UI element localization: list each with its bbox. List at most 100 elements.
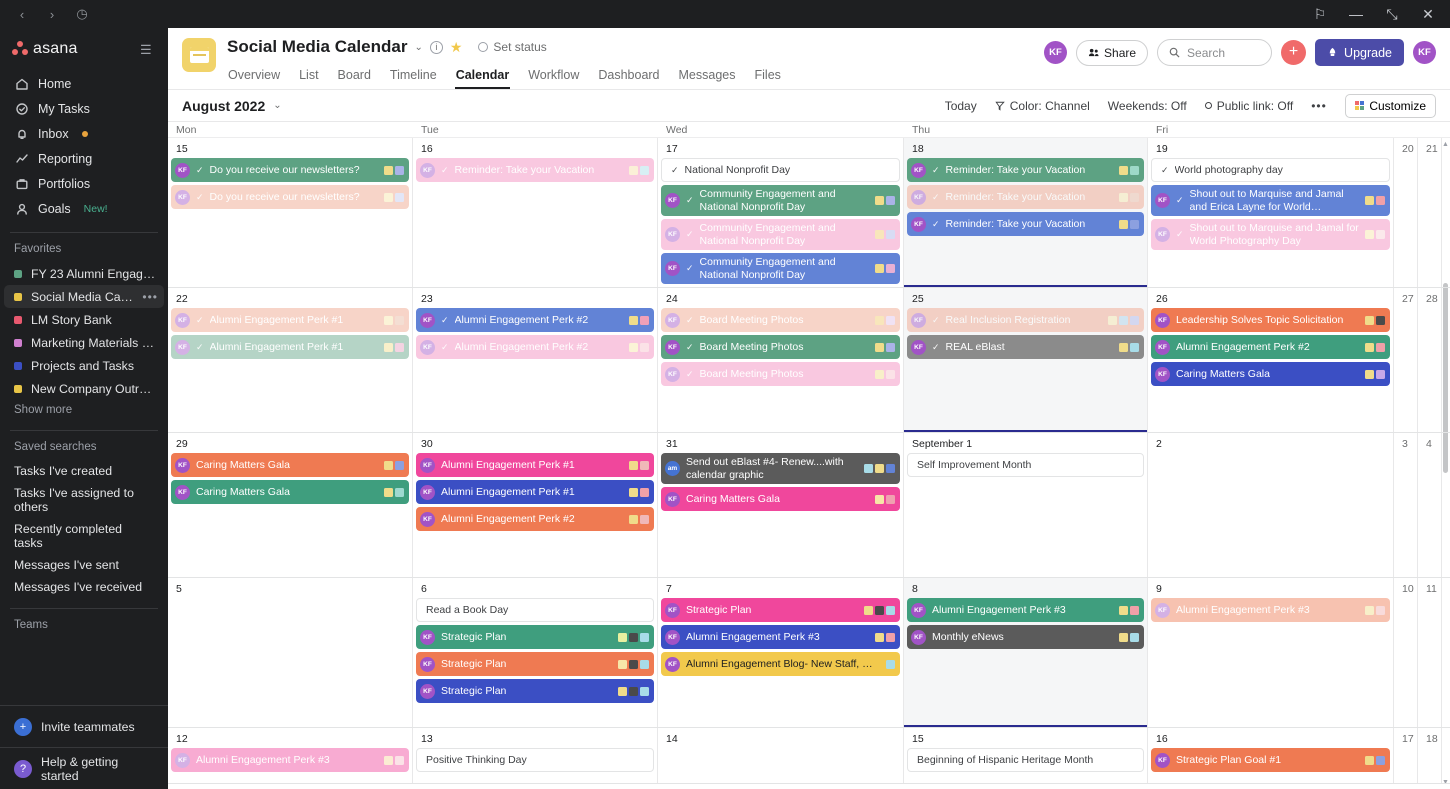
tab-board[interactable]: Board [337,64,372,89]
calendar-event[interactable]: KF ✓ Do you receive our newsletters? [171,185,409,209]
favorite-item-0[interactable]: FY 23 Alumni Engage... [4,262,164,285]
calendar-day-cell[interactable]: 15 KF ✓ Do you receive our newsletters? KF ✓ D… [168,138,413,287]
calendar-event[interactable]: KF Alumni Engagement Perk #3 [661,625,900,649]
calendar-event[interactable]: KF Alumni Engagement Perk #3 [907,598,1144,622]
calendar-event[interactable]: KF ✓ Board Meeting Photos [661,362,900,386]
calendar-day-cell[interactable]: 14 [658,728,904,783]
calendar-day-cell[interactable]: 16 KF Strategic Plan Goal #1 [1148,728,1394,783]
member-avatar[interactable]: KF [1044,41,1068,64]
calendar-event[interactable]: ✓ World photography day [1151,158,1390,182]
asana-logo[interactable]: asana [12,40,78,58]
calendar-day-cell[interactable]: 17 ✓ National Nonprofit Day KF ✓ Community En… [658,138,904,287]
calendar-event[interactable]: KF Caring Matters Gala [171,453,409,477]
sidebar-item-goals[interactable]: Goals New! [8,197,160,221]
calendar-event[interactable]: KF Alumni Engagement Perk #2 [416,507,654,531]
calendar-event[interactable]: KF ✓ Board Meeting Photos [661,308,900,332]
sidebar-item-reporting[interactable]: Reporting [8,147,160,171]
month-selector[interactable]: August 2022 ⌄ [182,98,282,114]
calendar-event[interactable]: KF ✓ Do you receive our newsletters? [171,158,409,182]
share-button[interactable]: Share [1076,39,1149,66]
restore-button[interactable]: ⤡ [1384,6,1400,22]
calendar-day-cell[interactable]: 3 [1394,433,1418,577]
sidebar-item-inbox[interactable]: Inbox [8,122,160,146]
calendar-event[interactable]: KF ✓ Alumni Engagement Perk #2 [416,308,654,332]
calendar-event[interactable]: Read a Book Day [416,598,654,622]
calendar-event[interactable]: KF Strategic Plan [416,625,654,649]
minimize-button[interactable]: — [1348,6,1364,22]
favorite-item-4[interactable]: Projects and Tasks [4,354,164,377]
tab-overview[interactable]: Overview [227,64,281,89]
sidebar-item-home[interactable]: Home [8,72,160,96]
calendar-day-cell[interactable]: 15 Beginning of Hispanic Heritage Month [904,728,1148,783]
calendar-day-cell[interactable]: September 1 Self Improvement Month [904,433,1148,577]
calendar-day-cell[interactable]: 25 KF ✓ Real Inclusion Registration KF ✓ REAL … [904,288,1148,432]
tab-calendar[interactable]: Calendar [455,64,511,89]
tab-list[interactable]: List [298,64,319,89]
calendar-event[interactable]: KF Strategic Plan [416,679,654,703]
calendar-event[interactable]: Positive Thinking Day [416,748,654,772]
notifications-icon[interactable]: ⚐ [1312,6,1328,22]
public-link-toggle[interactable]: Public link: Off [1204,99,1293,113]
calendar-day-cell[interactable]: 26 KF Leadership Solves Topic Solicitation… [1148,288,1394,432]
calendar-day-cell[interactable]: 10 [1394,578,1418,727]
sidebar-item-my-tasks[interactable]: My Tasks [8,97,160,121]
calendar-day-cell[interactable]: 4 [1418,433,1442,577]
calendar-day-cell[interactable]: 30 KF Alumni Engagement Perk #1 KF Alumni En… [413,433,658,577]
favorite-item-2[interactable]: LM Story Bank [4,308,164,331]
sidebar-collapse-icon[interactable]: ☰ [140,43,156,56]
calendar-event[interactable]: KF ✓ Community Engagement and National Non… [661,219,900,250]
calendar-event[interactable]: KF ✓ Reminder: Take your Vacation [907,185,1144,209]
calendar-event[interactable]: ✓ National Nonprofit Day [661,158,900,182]
calendar-event[interactable]: Beginning of Hispanic Heritage Month [907,748,1144,772]
user-avatar[interactable]: KF [1413,41,1436,64]
calendar-event[interactable]: KF Alumni Engagement Perk #1 [416,480,654,504]
calendar-day-cell[interactable]: 23 KF ✓ Alumni Engagement Perk #2 KF ✓ Alumni … [413,288,658,432]
calendar-event[interactable]: Self Improvement Month [907,453,1144,477]
saved-search-item-4[interactable]: Messages I've received [0,576,168,598]
calendar-event[interactable]: KF ✓ Reminder: Take your Vacation [416,158,654,182]
calendar-day-cell[interactable]: 18 [1418,728,1442,783]
calendar-event[interactable]: KF Alumni Engagement Perk #3 [171,748,409,772]
search-input[interactable]: Search [1157,39,1273,66]
calendar-day-cell[interactable]: 24 KF ✓ Board Meeting Photos KF ✓ Board Meetin… [658,288,904,432]
back-icon[interactable]: ‹ [14,6,30,22]
help-button[interactable]: ? Help & getting started [0,747,168,789]
saved-search-item-0[interactable]: Tasks I've created [0,460,168,482]
create-button[interactable]: + [1281,40,1307,65]
calendar-day-cell[interactable]: 20 [1394,138,1418,287]
saved-search-item-3[interactable]: Messages I've sent [0,554,168,576]
calendar-event[interactable]: KF Alumni Engagement Perk #2 [1151,335,1390,359]
calendar-event[interactable]: KF ✓ Reminder: Take your Vacation [907,212,1144,236]
calendar-day-cell[interactable]: 31 am Send out eBlast #4- Renew....with ca… [658,433,904,577]
favorite-item-3[interactable]: Marketing Materials R... [4,331,164,354]
calendar-day-cell[interactable]: 7 KF Strategic Plan KF Alumni Engagement Per… [658,578,904,727]
weekends-toggle[interactable]: Weekends: Off [1108,99,1187,113]
saved-search-item-1[interactable]: Tasks I've assigned to others [0,482,168,518]
calendar-day-cell[interactable]: 17 [1394,728,1418,783]
calendar-event[interactable]: KF Caring Matters Gala [1151,362,1390,386]
calendar-event[interactable]: KF Caring Matters Gala [661,487,900,511]
calendar-day-cell[interactable]: 13 Positive Thinking Day [413,728,658,783]
calendar-event[interactable]: KF ✓ Shout out to Marquise and Jamal for W… [1151,219,1390,250]
calendar-event[interactable]: KF Alumni Engagement Perk #3 [1151,598,1390,622]
calendar-day-cell[interactable]: 16 KF ✓ Reminder: Take your Vacation [413,138,658,287]
calendar-event[interactable]: KF ✓ Alumni Engagement Perk #1 [171,308,409,332]
calendar-event[interactable]: am Send out eBlast #4- Renew....with cale… [661,453,900,484]
calendar-day-cell[interactable]: 28 [1418,288,1442,432]
calendar-day-cell[interactable]: 27 [1394,288,1418,432]
favorite-item-1[interactable]: Social Media Calendar ••• [4,285,164,308]
calendar-event[interactable]: KF Leadership Solves Topic Solicitation [1151,308,1390,332]
calendar-event[interactable]: KF Strategic Plan Goal #1 [1151,748,1390,772]
tab-dashboard[interactable]: Dashboard [597,64,660,89]
tab-timeline[interactable]: Timeline [389,64,438,89]
history-icon[interactable]: ◷ [74,6,90,22]
favorite-item-5[interactable]: New Company Outrea... [4,377,164,400]
tab-workflow[interactable]: Workflow [527,64,580,89]
calendar-event[interactable]: KF ✓ Community Engagement and National Non… [661,185,900,216]
calendar-day-cell[interactable]: 9 KF Alumni Engagement Perk #3 [1148,578,1394,727]
calendar-event[interactable]: KF ✓ Board Meeting Photos [661,335,900,359]
saved-search-item-2[interactable]: Recently completed tasks [0,518,168,554]
invite-teammates-button[interactable]: + Invite teammates [0,705,168,747]
calendar-event[interactable]: KF Strategic Plan [661,598,900,622]
calendar-day-cell[interactable]: 29 KF Caring Matters Gala KF Caring Matters … [168,433,413,577]
